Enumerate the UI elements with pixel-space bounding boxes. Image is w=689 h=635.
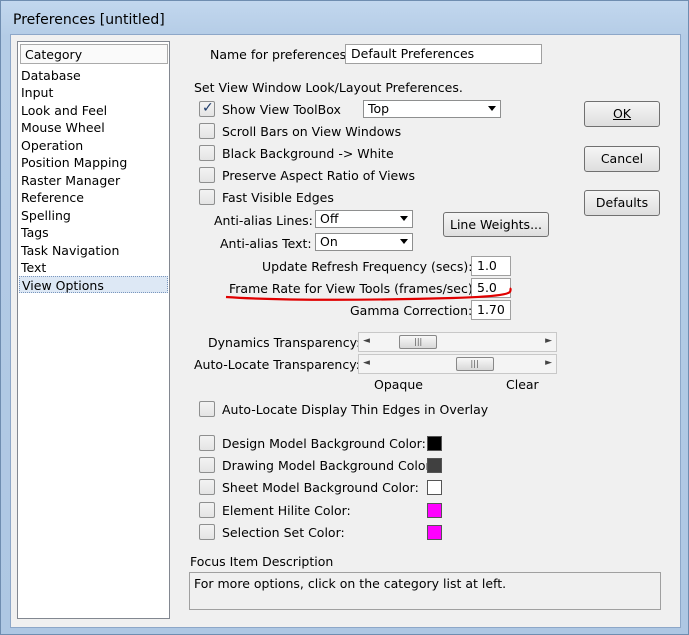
element-hilite-color-label: Element Hilite Color: bbox=[222, 503, 351, 518]
red-underline-annotation bbox=[225, 287, 512, 301]
category-item-view-options[interactable]: View Options bbox=[19, 276, 168, 293]
slider-thumb[interactable]: ||| bbox=[399, 335, 438, 349]
category-item-look-and-feel[interactable]: Look and Feel bbox=[19, 102, 168, 119]
category-item-spelling[interactable]: Spelling bbox=[19, 207, 168, 224]
category-item-input[interactable]: Input bbox=[19, 84, 168, 101]
antialias-text-dropdown[interactable]: On bbox=[315, 233, 413, 251]
category-item-text[interactable]: Text bbox=[19, 259, 168, 276]
preferences-window: Preferences [untitled] Category Database… bbox=[0, 0, 689, 635]
fast-edges-checkbox[interactable] bbox=[199, 189, 215, 205]
category-item-reference[interactable]: Reference bbox=[19, 189, 168, 206]
show-toolbox-checkbox[interactable]: ✓ bbox=[199, 100, 215, 117]
antialias-text-value: On bbox=[320, 234, 338, 249]
preserve-aspect-label: Preserve Aspect Ratio of Views bbox=[222, 168, 415, 183]
element-hilite-color-checkbox[interactable] bbox=[199, 502, 215, 518]
category-item-task-navigation[interactable]: Task Navigation bbox=[19, 242, 168, 259]
thin-edges-checkbox[interactable] bbox=[199, 401, 215, 417]
dynamics-transparency-label: Dynamics Transparency: bbox=[208, 335, 361, 350]
sheet-bg-color-label: Sheet Model Background Color: bbox=[222, 480, 419, 495]
checkmark-icon: ✓ bbox=[202, 100, 214, 116]
update-refresh-label: Update Refresh Frequency (secs): bbox=[262, 259, 473, 274]
chevron-down-icon bbox=[400, 239, 408, 244]
category-item-operation[interactable]: Operation bbox=[19, 137, 168, 154]
toolbox-position-value: Top bbox=[368, 101, 390, 116]
color-swatch[interactable] bbox=[427, 480, 442, 495]
defaults-button[interactable]: Defaults bbox=[584, 190, 660, 216]
focus-heading: Focus Item Description bbox=[190, 554, 334, 569]
antialias-lines-dropdown[interactable]: Off bbox=[315, 210, 413, 228]
thin-edges-label: Auto-Locate Display Thin Edges in Overla… bbox=[222, 402, 489, 417]
selection-set-color-checkbox[interactable] bbox=[199, 524, 215, 540]
show-toolbox-label: Show View ToolBox bbox=[222, 102, 341, 117]
slider-thumb[interactable]: ||| bbox=[455, 357, 494, 371]
design-bg-color-label: Design Model Background Color: bbox=[222, 436, 426, 451]
focus-description-box: For more options, click on the category … bbox=[189, 572, 661, 610]
chevron-down-icon bbox=[400, 216, 408, 221]
antialias-lines-value: Off bbox=[320, 211, 339, 226]
color-swatch[interactable] bbox=[427, 525, 442, 540]
toolbox-position-dropdown[interactable]: Top bbox=[363, 100, 501, 118]
preserve-aspect-checkbox[interactable] bbox=[199, 167, 215, 183]
section-heading: Set View Window Look/Layout Preferences. bbox=[194, 80, 463, 95]
name-label: Name for preferences bbox=[210, 47, 347, 62]
category-item-mouse-wheel[interactable]: Mouse Wheel bbox=[19, 119, 168, 136]
design-bg-color-checkbox[interactable] bbox=[199, 435, 215, 451]
category-item-tags[interactable]: Tags bbox=[19, 224, 168, 241]
gamma-input[interactable]: 1.70 bbox=[471, 300, 511, 320]
drawing-bg-color-label: Drawing Model Background Color: bbox=[222, 458, 435, 473]
selection-set-color-label: Selection Set Color: bbox=[222, 525, 345, 540]
category-item-raster-manager[interactable]: Raster Manager bbox=[19, 172, 168, 189]
cancel-button[interactable]: Cancel bbox=[584, 146, 660, 172]
ok-button-label: OK bbox=[612, 106, 632, 121]
slider-label-opaque: Opaque bbox=[374, 377, 423, 392]
slider-right-arrow-icon[interactable]: ► bbox=[545, 358, 552, 368]
gamma-label: Gamma Correction: bbox=[350, 303, 473, 318]
antialias-text-label: Anti-alias Text: bbox=[220, 236, 312, 251]
category-item-database[interactable]: Database bbox=[19, 67, 168, 84]
fast-edges-label: Fast Visible Edges bbox=[222, 190, 334, 205]
color-swatch[interactable] bbox=[427, 436, 442, 451]
category-item-position-mapping[interactable]: Position Mapping bbox=[19, 154, 168, 171]
antialias-lines-label: Anti-alias Lines: bbox=[214, 213, 313, 228]
slider-right-arrow-icon[interactable]: ► bbox=[545, 336, 552, 346]
line-weights-button[interactable]: Line Weights... bbox=[443, 212, 549, 237]
black-background-label: Black Background -> White bbox=[222, 146, 394, 161]
drawing-bg-color-checkbox[interactable] bbox=[199, 457, 215, 473]
slider-label-clear: Clear bbox=[506, 377, 539, 392]
focus-description-text: For more options, click on the category … bbox=[194, 576, 507, 591]
color-swatch[interactable] bbox=[427, 458, 442, 473]
category-header: Category bbox=[20, 44, 168, 64]
chevron-down-icon bbox=[488, 106, 496, 111]
autolocate-transparency-label: Auto-Locate Transparency: bbox=[194, 357, 360, 372]
dynamics-transparency-slider[interactable]: ◄ ||| ► bbox=[358, 332, 557, 352]
update-refresh-input[interactable]: 1.0 bbox=[471, 256, 511, 276]
color-swatch[interactable] bbox=[427, 503, 442, 518]
black-background-checkbox[interactable] bbox=[199, 145, 215, 161]
slider-left-arrow-icon[interactable]: ◄ bbox=[363, 336, 370, 346]
sheet-bg-color-checkbox[interactable] bbox=[199, 479, 215, 495]
autolocate-transparency-slider[interactable]: ◄ ||| ► bbox=[358, 354, 557, 374]
scroll-bars-checkbox[interactable] bbox=[199, 123, 215, 139]
name-input[interactable]: Default Preferences bbox=[345, 44, 542, 64]
slider-left-arrow-icon[interactable]: ◄ bbox=[363, 358, 370, 368]
ok-button[interactable]: OK bbox=[584, 101, 660, 127]
category-list[interactable]: Category Database Input Look and Feel Mo… bbox=[17, 41, 170, 619]
window-title: Preferences [untitled] bbox=[13, 12, 165, 28]
scroll-bars-label: Scroll Bars on View Windows bbox=[222, 124, 402, 139]
